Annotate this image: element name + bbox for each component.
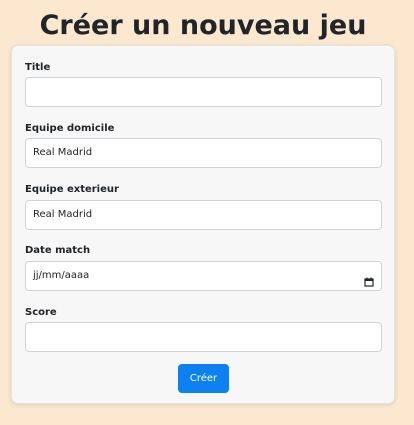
home-team-input[interactable]: Real Madrid xyxy=(25,138,382,168)
away-team-label: Equipe exterieur xyxy=(25,184,119,195)
title-label: Title xyxy=(25,62,51,73)
title-input[interactable] xyxy=(25,77,382,107)
match-date-value: jj/mm/aaaa xyxy=(33,270,90,281)
away-team-input[interactable]: Real Madrid xyxy=(25,200,382,230)
page-title: Créer un nouveau jeu xyxy=(39,10,367,41)
create-button[interactable]: Créer xyxy=(178,364,229,393)
calendar-icon[interactable] xyxy=(364,271,374,287)
home-team-label: Equipe domicile xyxy=(25,123,115,134)
match-date-label: Date match xyxy=(25,245,91,256)
match-date-input[interactable]: jj/mm/aaaa xyxy=(25,261,382,291)
create-game-form: Title Equipe domicile Real Madrid Equipe… xyxy=(11,45,395,404)
score-input[interactable] xyxy=(25,322,382,352)
score-label: Score xyxy=(25,307,57,318)
